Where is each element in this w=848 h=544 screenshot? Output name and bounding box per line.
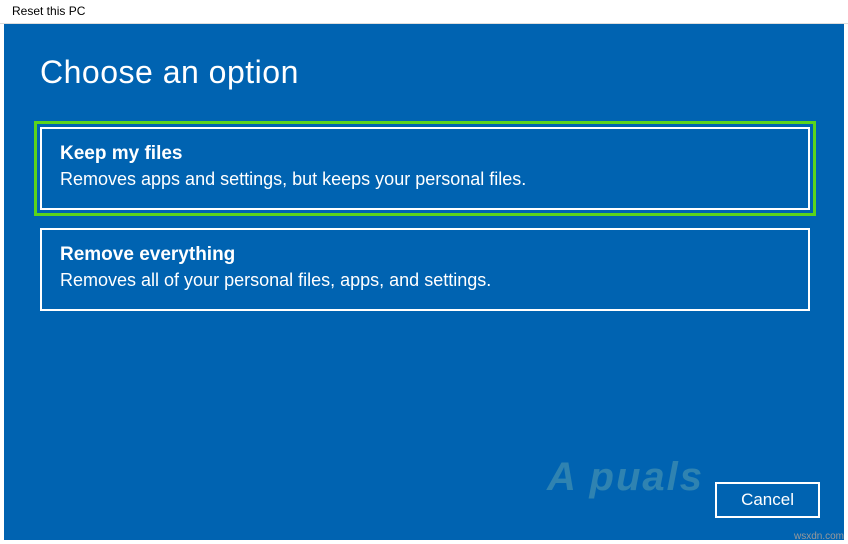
watermark-logo: A puals <box>547 455 704 500</box>
option-description: Removes apps and settings, but keeps you… <box>60 169 790 190</box>
window-title: Reset this PC <box>12 4 85 18</box>
main-panel: Choose an option Keep my files Removes a… <box>4 24 844 540</box>
window-titlebar: Reset this PC <box>0 0 848 24</box>
watermark-site: wsxdn.com <box>794 531 844 542</box>
option-title: Remove everything <box>60 244 790 266</box>
page-heading: Choose an option <box>40 54 808 91</box>
option-title: Keep my files <box>60 143 790 165</box>
option-description: Removes all of your personal files, apps… <box>60 270 790 291</box>
dialog-footer: Cancel <box>715 482 820 518</box>
option-keep-my-files[interactable]: Keep my files Removes apps and settings,… <box>40 127 810 210</box>
cancel-button[interactable]: Cancel <box>715 482 820 518</box>
option-remove-everything[interactable]: Remove everything Removes all of your pe… <box>40 228 810 311</box>
